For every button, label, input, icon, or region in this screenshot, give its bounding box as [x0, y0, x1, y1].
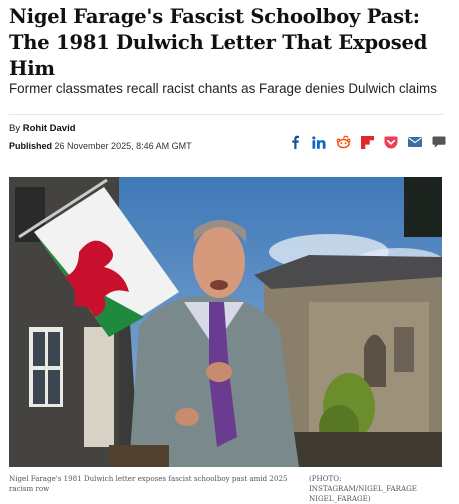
linkedin-icon[interactable] [307, 132, 331, 152]
flipboard-icon[interactable] [355, 132, 379, 152]
published-date: 26 November 2025, 8:46 AM GMT [54, 141, 192, 151]
article: Nigel Farage's Fascist Schoolboy Past: T… [0, 0, 459, 503]
hero-photo [9, 177, 442, 467]
reddit-icon[interactable] [331, 132, 355, 152]
subheadline: Former classmates recall racist chants a… [9, 81, 437, 96]
published-label: Published [9, 141, 53, 151]
share-bar [283, 132, 451, 152]
pocket-icon[interactable] [379, 132, 403, 152]
email-icon[interactable] [403, 132, 427, 152]
caption-text: Nigel Farage's 1981 Dulwich letter expos… [9, 474, 288, 493]
byline: By Rohit David [9, 123, 76, 134]
published-line: Published 26 November 2025, 8:46 AM GMT [9, 141, 192, 151]
byline-label: By [9, 123, 21, 134]
photo-credit: (PHOTO: INSTAGRAM/NIGEL_FARAGE NIGEL_FAR… [309, 474, 417, 503]
facebook-icon[interactable] [283, 132, 307, 152]
headline: Nigel Farage's Fascist Schoolboy Past: T… [9, 5, 428, 80]
author-link[interactable]: Rohit David [23, 123, 76, 134]
photo-caption: Nigel Farage's 1981 Dulwich letter expos… [9, 474, 445, 503]
comment-icon[interactable] [427, 132, 451, 152]
divider [9, 114, 443, 115]
